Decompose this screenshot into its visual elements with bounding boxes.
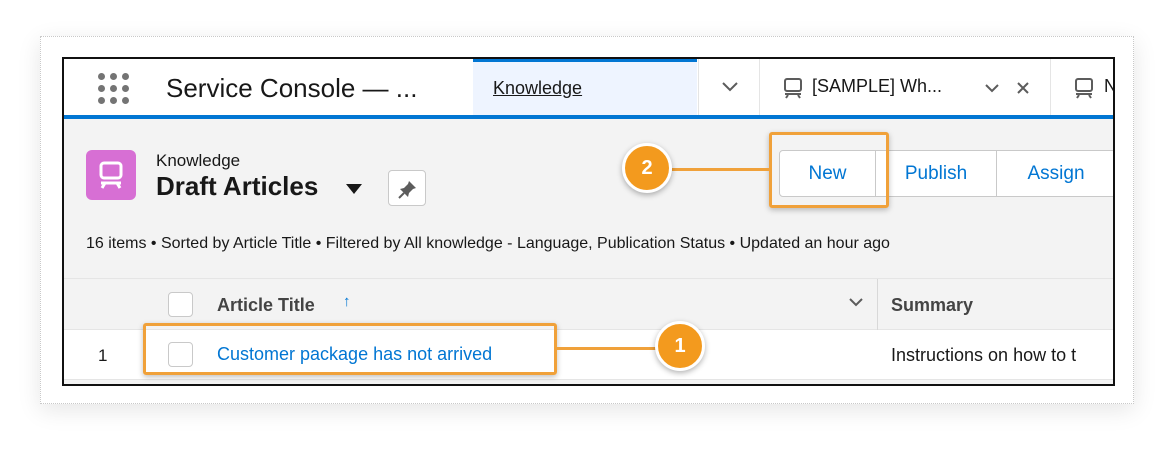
tab-sample-label: [SAMPLE] Wh...: [812, 76, 943, 96]
list-view-title[interactable]: Draft Articles: [156, 171, 318, 202]
article-icon: [784, 78, 802, 99]
article-icon: [1075, 78, 1093, 99]
sort-ascending-icon: ↑: [343, 293, 351, 310]
console-nav-bar: Service Console — ... Knowledge [SAMPLE]…: [64, 59, 1113, 119]
tab-overflow[interactable]: N: [1052, 59, 1113, 115]
row-number: 1: [98, 346, 108, 365]
callout-connector-2: [672, 168, 770, 171]
column-divider[interactable]: [877, 279, 878, 331]
tab-overflow-label: N: [1104, 76, 1113, 97]
knowledge-object-icon: [86, 150, 136, 200]
chevron-down-icon[interactable]: [984, 83, 1000, 93]
tab-knowledge[interactable]: Knowledge: [473, 59, 697, 115]
pin-icon: [398, 181, 416, 199]
close-icon[interactable]: [1016, 81, 1030, 95]
tab-menu-button[interactable]: [698, 59, 760, 115]
chevron-down-icon[interactable]: [848, 297, 864, 307]
list-view-info: 16 items • Sorted by Article Title • Fil…: [86, 235, 890, 252]
object-label: Knowledge: [156, 151, 241, 170]
app-launcher-icon[interactable]: [96, 71, 132, 107]
callout-highlight-new: [769, 132, 889, 208]
column-header-summary[interactable]: Summary: [891, 295, 973, 316]
app-name: Service Console — ...: [166, 73, 418, 103]
callout-badge-2: 2: [622, 143, 672, 193]
pin-list-view-button[interactable]: [388, 170, 426, 206]
publish-button[interactable]: Publish: [876, 151, 997, 196]
assign-button[interactable]: Assign: [997, 151, 1113, 196]
column-header-article-title[interactable]: Article Title: [217, 295, 315, 316]
select-all-checkbox[interactable]: [168, 292, 193, 317]
tab-knowledge-label: Knowledge: [493, 78, 583, 98]
callout-connector-1: [557, 347, 657, 350]
tab-sample-article[interactable]: [SAMPLE] Wh...: [761, 59, 1051, 115]
callout-highlight-row: [143, 323, 557, 375]
article-summary: Instructions on how to t: [891, 345, 1077, 365]
chevron-down-icon: [722, 82, 738, 92]
caret-down-icon[interactable]: [345, 183, 363, 195]
callout-badge-1: 1: [655, 321, 705, 371]
